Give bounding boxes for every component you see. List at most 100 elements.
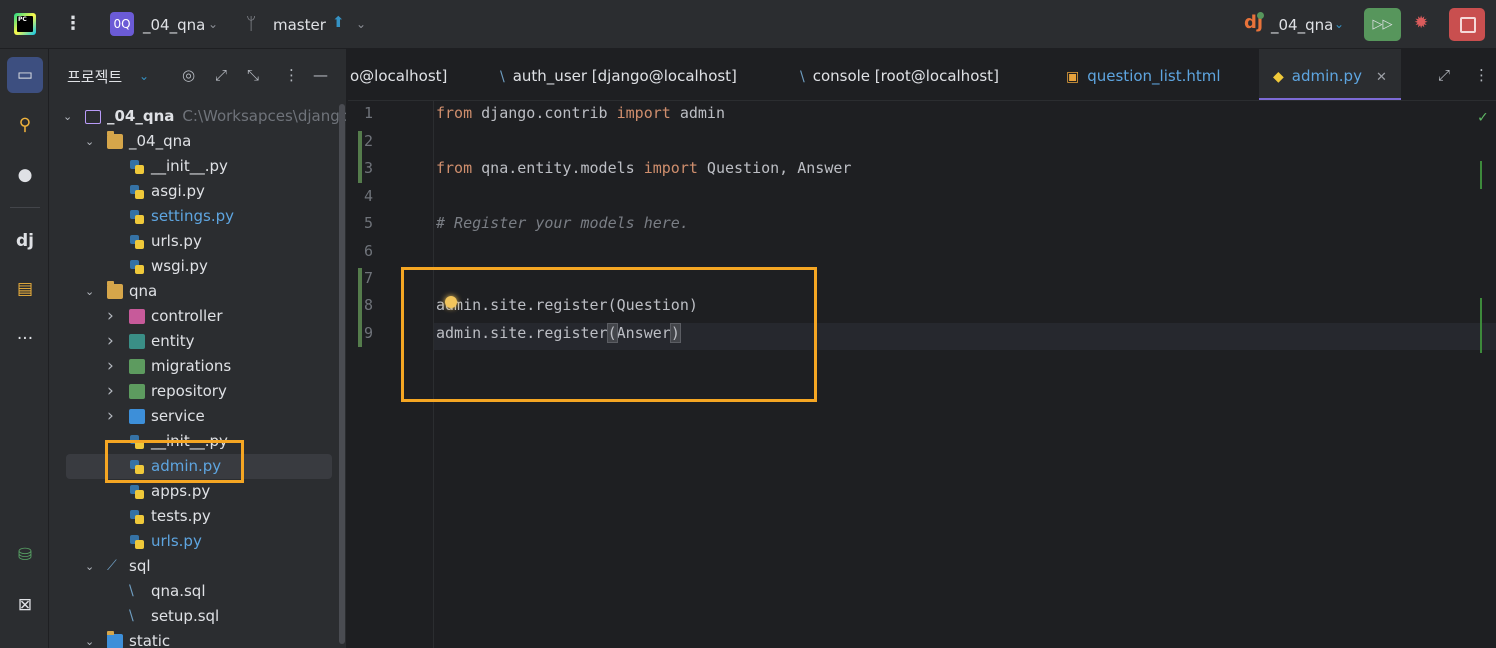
console-icon: \ xyxy=(800,69,805,85)
tree-item[interactable]: › controller xyxy=(49,304,346,329)
tree-item[interactable]: \ setup.sql xyxy=(49,604,346,629)
debug-icon[interactable]: ✹ xyxy=(1414,13,1428,33)
chevron-right-icon[interactable]: › xyxy=(107,404,114,429)
more-icon[interactable]: ··· xyxy=(7,321,43,357)
code-line[interactable]: from django.contrib import admin xyxy=(436,104,725,122)
tree-item[interactable]: admin.py xyxy=(66,454,332,479)
tab-auth-user[interactable]: \ auth_user [django@localhost] xyxy=(500,49,737,100)
chevron-down-icon[interactable]: ⌄ xyxy=(208,17,218,31)
tab-label: admin.py xyxy=(1291,67,1362,85)
code-token: django.contrib xyxy=(472,104,617,122)
database-add-icon[interactable]: ⛁ xyxy=(7,537,43,573)
tool-window-strip: ▭ ⚲ ● dj ▤ ··· ⛁ ⊠ xyxy=(0,49,49,648)
chevron-down-icon[interactable]: ⌄ xyxy=(139,69,149,83)
hide-icon[interactable]: — xyxy=(313,66,328,84)
panel-header: 프로젝트 ⌄ ◎ ⤢ ⤡ ⋮ — xyxy=(49,49,346,101)
tab-admin-py[interactable]: ◆ admin.py ✕ xyxy=(1259,49,1401,100)
chevron-down-icon[interactable]: ⌄ xyxy=(85,279,94,304)
commit-icon[interactable]: ⚲ xyxy=(7,107,43,143)
close-icon[interactable]: ✕ xyxy=(1376,70,1387,85)
code-editor[interactable]: 1 2 3 4 5 6 7 8 9 from django.contrib import adm… xyxy=(348,101,1496,648)
tree-item[interactable]: ⌄ qna xyxy=(49,279,346,304)
tree-item[interactable]: ⌄ _04_qna C:\Worksapces\django xyxy=(49,104,346,129)
tab-label: question_list.html xyxy=(1087,67,1221,85)
vcs-scroll-marker xyxy=(1480,161,1482,189)
code-line[interactable]: # Register your models here. xyxy=(436,214,689,232)
chevron-down-icon[interactable]: ⌄ xyxy=(85,554,94,579)
github-icon[interactable]: ● xyxy=(7,157,43,193)
project-name[interactable]: _04_qna xyxy=(143,16,205,34)
chevron-down-icon[interactable]: ⌄ xyxy=(356,17,366,31)
code-token: ) xyxy=(669,323,681,343)
maximize-icon[interactable]: ⤢ xyxy=(1438,66,1450,84)
lightbulb-icon[interactable] xyxy=(445,296,457,308)
tree-item-label: controller xyxy=(151,307,223,325)
tree-item[interactable]: tests.py xyxy=(49,504,346,529)
tree-item[interactable]: ⌄ ⟋ sql xyxy=(49,554,346,579)
tree-item[interactable]: asgi.py xyxy=(49,179,346,204)
table-icon: \ xyxy=(500,69,505,85)
tree-item[interactable]: › repository xyxy=(49,379,346,404)
folder-icon xyxy=(85,110,101,124)
project-badge[interactable]: 0Q xyxy=(110,12,134,36)
code-token: ) xyxy=(688,296,698,314)
tab-console[interactable]: \ console [root@localhost] xyxy=(800,49,999,100)
tree-item-label: __init__.py xyxy=(151,432,228,450)
chevron-down-icon[interactable]: ⌄ xyxy=(63,104,72,129)
code-line[interactable]: admin.site.register(Question) xyxy=(436,296,698,314)
run-config-name[interactable]: _04_qna xyxy=(1271,16,1333,34)
chevron-down-icon[interactable]: ⌄ xyxy=(85,629,94,648)
django-structure-icon[interactable]: dj xyxy=(7,223,43,259)
tab-options-icon[interactable]: ⋮ xyxy=(1474,66,1489,84)
tree-item[interactable]: › entity xyxy=(49,329,346,354)
gutter-divider xyxy=(433,101,434,648)
tree-item-label: static xyxy=(129,632,171,648)
code-line[interactable]: admin.site.register(Answer) xyxy=(436,323,681,343)
collapse-all-icon[interactable]: ⤡ xyxy=(247,66,259,84)
tab-console-partial[interactable]: o@localhost] xyxy=(350,49,447,100)
branch-name[interactable]: master xyxy=(273,16,326,34)
tree-item[interactable]: apps.py xyxy=(49,479,346,504)
code-token: from xyxy=(436,159,473,177)
tree-item[interactable]: › service xyxy=(49,404,346,429)
tab-question-list[interactable]: ▣ question_list.html xyxy=(1066,49,1221,100)
tree-item[interactable]: \ qna.sql xyxy=(49,579,346,604)
tree-item[interactable]: › migrations xyxy=(49,354,346,379)
scrollbar[interactable] xyxy=(339,104,345,644)
python-file-icon xyxy=(129,234,145,249)
chevron-down-icon[interactable]: ⌄ xyxy=(1334,17,1344,31)
chevron-down-icon[interactable]: ⌄ xyxy=(85,129,94,154)
excel-icon[interactable]: ⊠ xyxy=(7,587,43,623)
main-menu-icon[interactable]: ⋮ xyxy=(64,13,82,34)
tree-item-label: migrations xyxy=(151,357,232,375)
tree-item[interactable]: wsgi.py xyxy=(49,254,346,279)
line-number: 9 xyxy=(364,324,374,342)
package-icon xyxy=(129,409,145,424)
tree-item[interactable]: ⌄ _04_qna xyxy=(49,129,346,154)
chevron-right-icon[interactable]: › xyxy=(107,304,114,329)
pycharm-logo-icon[interactable]: PC xyxy=(14,13,36,35)
folder-icon xyxy=(107,131,123,149)
push-arrow-icon: ⬆ xyxy=(332,13,345,31)
tree-item[interactable]: __init__.py xyxy=(49,154,346,179)
tree-item[interactable]: settings.py xyxy=(49,204,346,229)
tree-item[interactable]: ⌄ static xyxy=(49,629,346,648)
stop-button[interactable] xyxy=(1449,8,1485,41)
tree-item[interactable]: urls.py xyxy=(49,529,346,554)
options-icon[interactable]: ⋮ xyxy=(284,66,299,84)
tree-item[interactable]: __init__.py xyxy=(49,429,346,454)
line-number: 8 xyxy=(364,296,374,314)
services-icon[interactable]: ▤ xyxy=(7,271,43,307)
chevron-right-icon[interactable]: › xyxy=(107,354,114,379)
tree-item[interactable]: urls.py xyxy=(49,229,346,254)
run-button[interactable]: ▷▷ xyxy=(1364,8,1401,41)
locate-icon[interactable]: ◎ xyxy=(182,66,195,84)
code-line[interactable]: from qna.entity.models import Question, … xyxy=(436,159,851,177)
panel-title[interactable]: 프로젝트 xyxy=(67,66,122,87)
tree-item-label: qna.sql xyxy=(151,582,206,600)
chevron-right-icon[interactable]: › xyxy=(107,379,114,404)
expand-all-icon[interactable]: ⤢ xyxy=(215,66,227,84)
project-icon[interactable]: ▭ xyxy=(7,57,43,93)
python-file-icon xyxy=(129,484,145,499)
chevron-right-icon[interactable]: › xyxy=(107,329,114,354)
